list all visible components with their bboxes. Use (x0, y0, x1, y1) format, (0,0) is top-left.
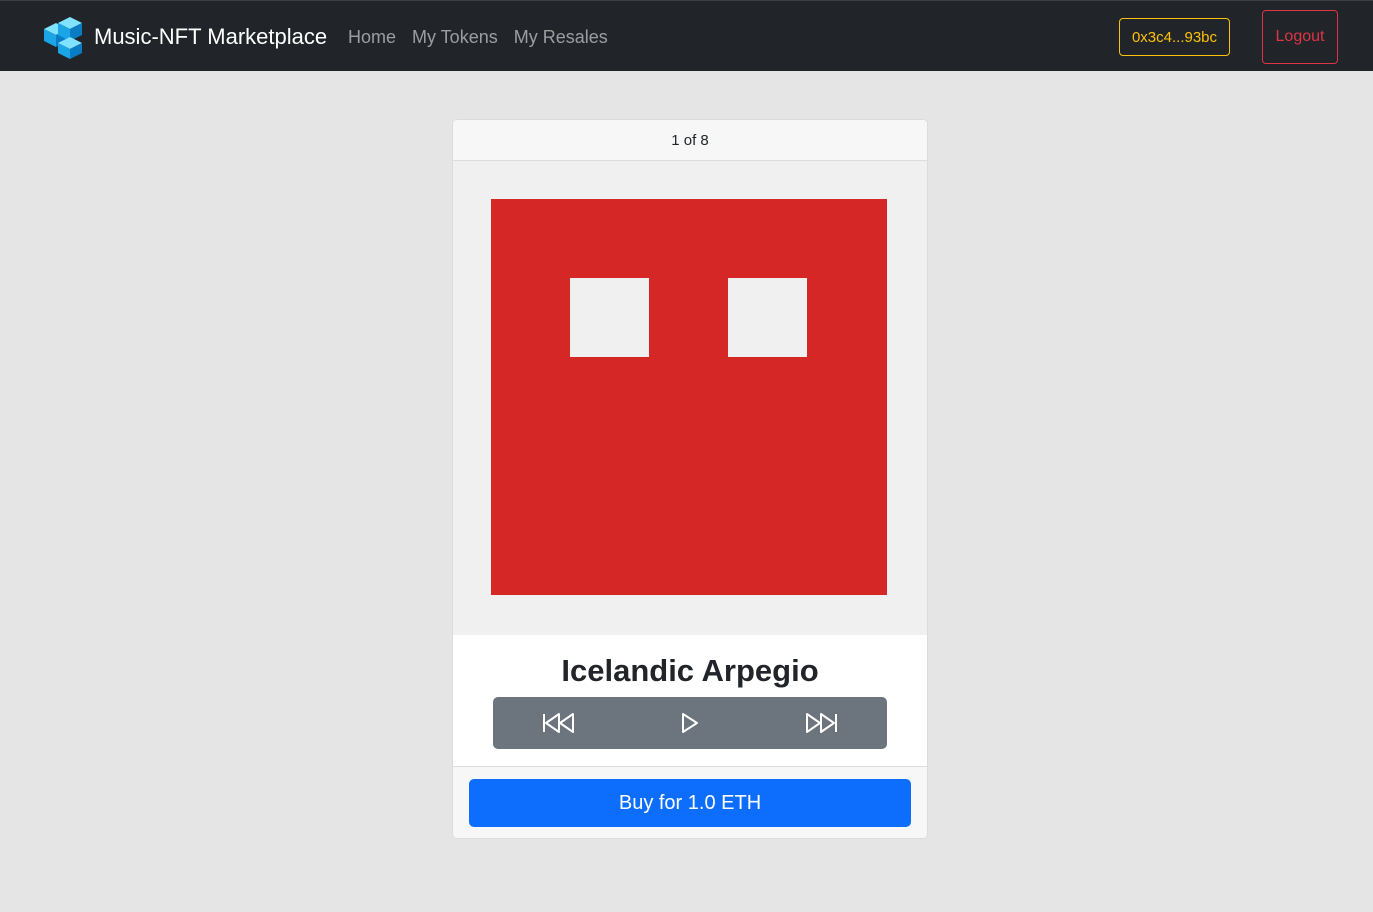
card-body: Icelandic Arpegio (453, 635, 927, 766)
skip-forward-button[interactable] (756, 697, 887, 749)
cubes-logo-icon (44, 17, 82, 59)
account-address-button[interactable]: 0x3c4...93bc (1119, 18, 1230, 56)
nav-links: Home My Tokens My Resales (340, 24, 616, 50)
nav-link-home[interactable]: Home (340, 24, 404, 50)
nav-link-my-tokens[interactable]: My Tokens (404, 24, 506, 50)
card-footer: Buy for 1.0 ETH (453, 766, 927, 838)
audio-player-controls (493, 697, 887, 749)
identicon-cell (728, 278, 807, 357)
skip-forward-icon (806, 713, 838, 733)
play-button[interactable] (624, 697, 755, 749)
nav-link-my-resales[interactable]: My Resales (506, 24, 616, 50)
nft-image-area (453, 161, 927, 635)
identicon-cell (570, 278, 649, 357)
skip-back-icon (542, 713, 574, 733)
skip-back-button[interactable] (493, 697, 624, 749)
nft-card: 1 of 8 Icelandic Arpegio Buy for 1.0 ETH (452, 119, 928, 839)
card-counter: 1 of 8 (453, 120, 927, 161)
buy-button[interactable]: Buy for 1.0 ETH (469, 779, 911, 827)
brand-title: Music-NFT Marketplace (94, 24, 328, 49)
logout-button[interactable]: Logout (1262, 10, 1338, 64)
brand[interactable]: Music-NFT Marketplace (40, 15, 327, 59)
play-icon (681, 713, 698, 733)
navbar: Music-NFT Marketplace Home My Tokens My … (0, 0, 1373, 71)
track-title: Icelandic Arpegio (561, 653, 819, 688)
nft-identicon-image (491, 199, 887, 595)
